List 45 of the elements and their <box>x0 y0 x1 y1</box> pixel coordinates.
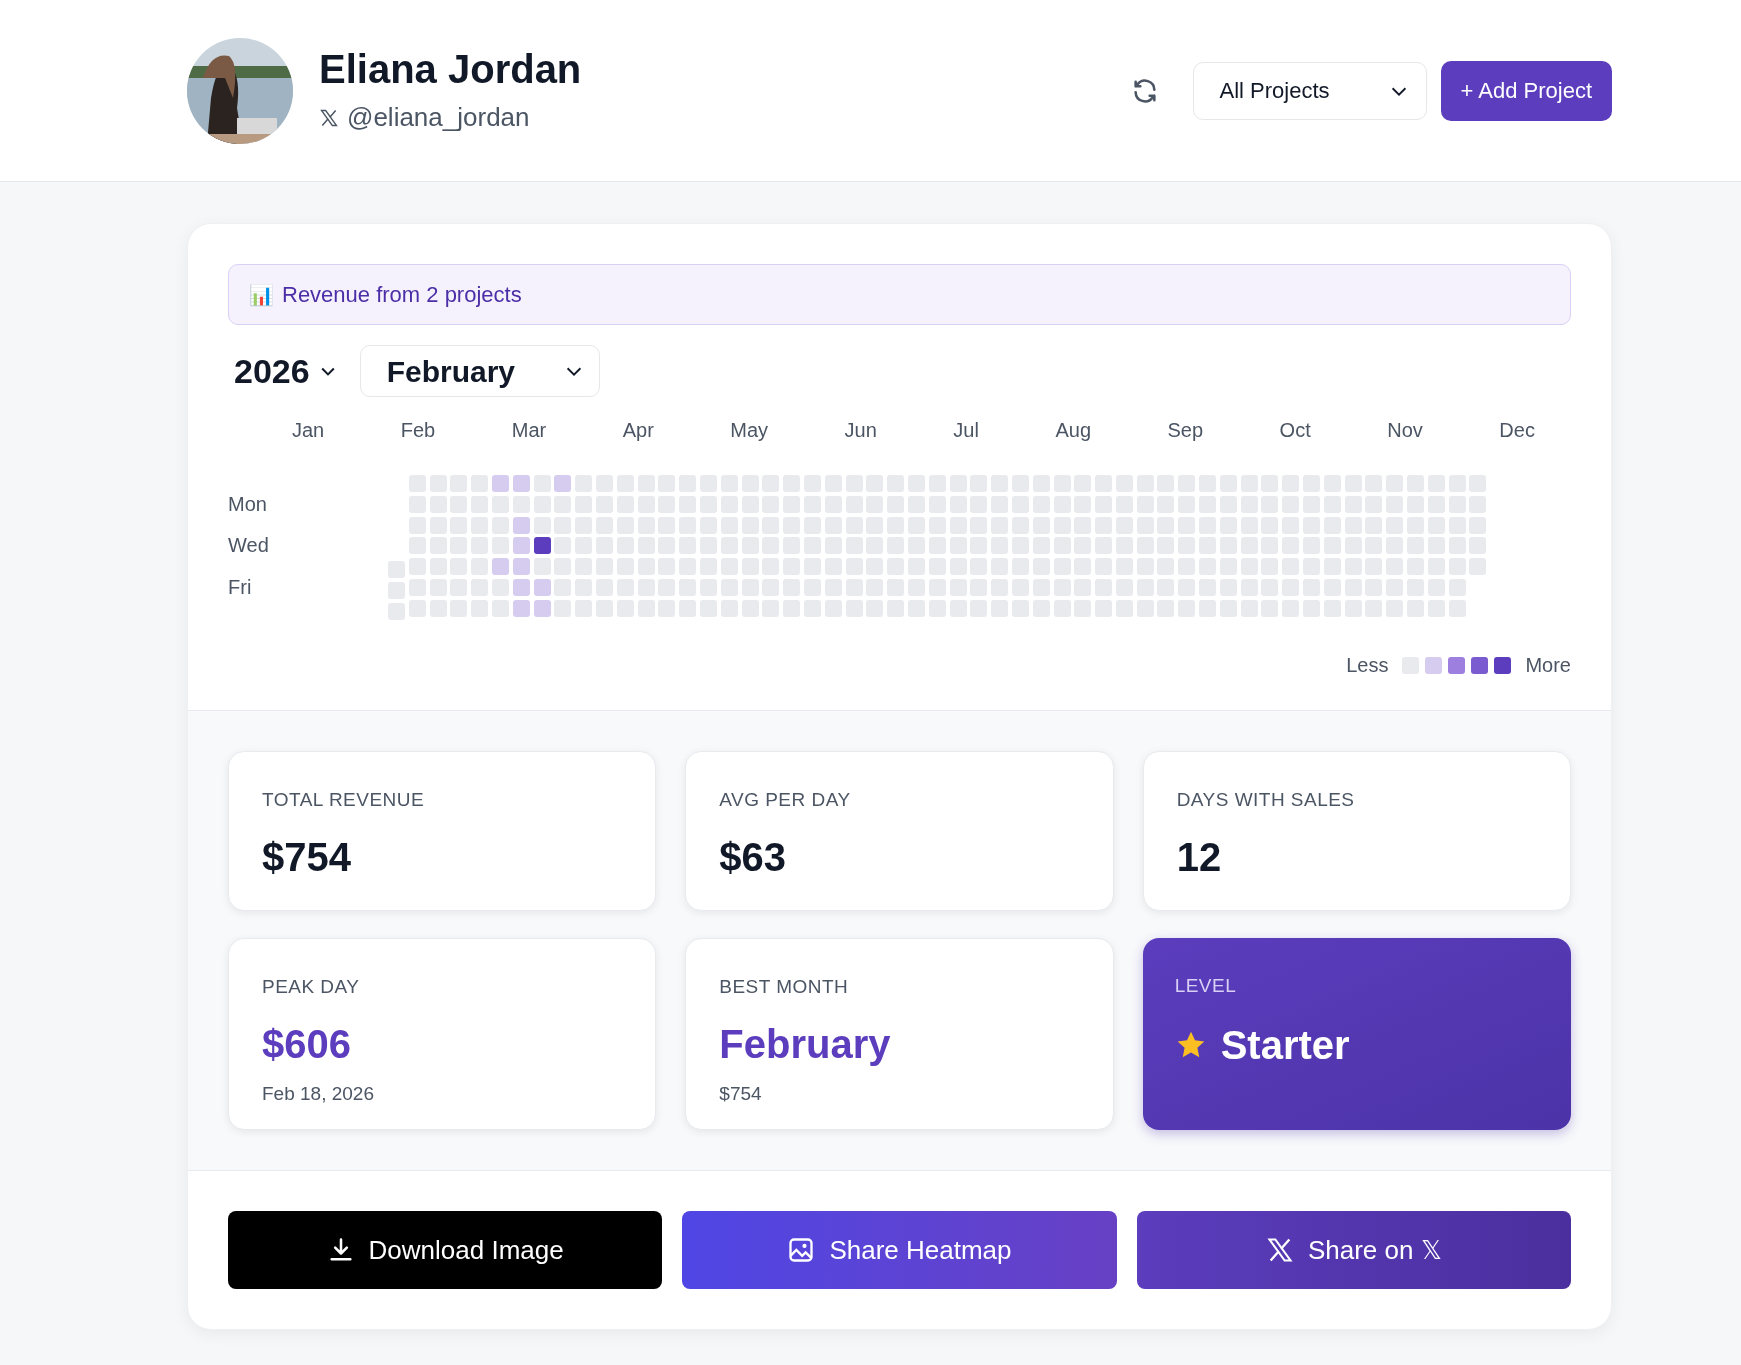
month-label: Sep <box>1167 418 1204 443</box>
month-label: Jan <box>292 418 325 443</box>
day-label: Fri <box>228 579 253 596</box>
month-label: Jul <box>953 418 979 443</box>
stat-label: DAYS WITH SALES <box>1176 788 1356 812</box>
month-label: Mar <box>511 418 547 443</box>
stat-subtext: $754 <box>719 1081 763 1106</box>
stat-value: 12 <box>1176 833 1223 881</box>
stat-label: PEAK DAY <box>262 975 361 999</box>
share-button[interactable]: Share on 𝕏 <box>1136 1211 1571 1289</box>
share-button[interactable]: Share Heatmap <box>682 1211 1117 1289</box>
month-label: Apr <box>622 418 654 443</box>
x-logo-icon <box>1265 1236 1294 1264</box>
day-label: Mon <box>228 495 268 513</box>
stat-label: AVG PER DAY <box>719 788 852 812</box>
stat-label: BEST MONTH <box>719 975 850 999</box>
stat-value: February <box>719 1020 892 1068</box>
profile-handle: @eliana_jordan <box>347 101 530 134</box>
x-logo-icon <box>319 107 339 128</box>
month-label: Dec <box>1499 418 1535 443</box>
month-label: Feb <box>400 418 436 443</box>
profile-name: Eliana Jordan <box>319 46 582 93</box>
legend-more: More <box>1525 653 1571 678</box>
chart-icon: 📊 <box>249 279 274 310</box>
month-select[interactable]: February <box>359 345 600 397</box>
banner-text: Revenue from 2 projects <box>282 281 522 309</box>
stat-value: $606 <box>262 1020 352 1068</box>
day-label: Wed <box>228 537 270 555</box>
stat-label: LEVEL <box>1174 974 1238 998</box>
month-label: Oct <box>1279 418 1311 443</box>
month-label: Aug <box>1055 418 1091 443</box>
month-label: May <box>730 418 769 443</box>
level-value: Starter <box>1220 1021 1350 1069</box>
download-button[interactable]: Download Image <box>228 1211 663 1289</box>
legend-less: Less <box>1346 653 1389 678</box>
image-icon <box>787 1236 816 1264</box>
month-label: Nov <box>1387 418 1423 443</box>
project-select[interactable]: All Projects <box>1192 61 1427 120</box>
stat-subtext: Feb 18, 2026 <box>262 1081 375 1106</box>
stat-value: $63 <box>719 833 788 881</box>
stat-label: TOTAL REVENUE <box>262 788 426 812</box>
stat-value: $754 <box>262 833 352 881</box>
add-project-button[interactable]: + Add Project <box>1440 60 1612 121</box>
year-select[interactable]: 2026 <box>228 345 338 397</box>
month-label: Jun <box>844 418 877 443</box>
